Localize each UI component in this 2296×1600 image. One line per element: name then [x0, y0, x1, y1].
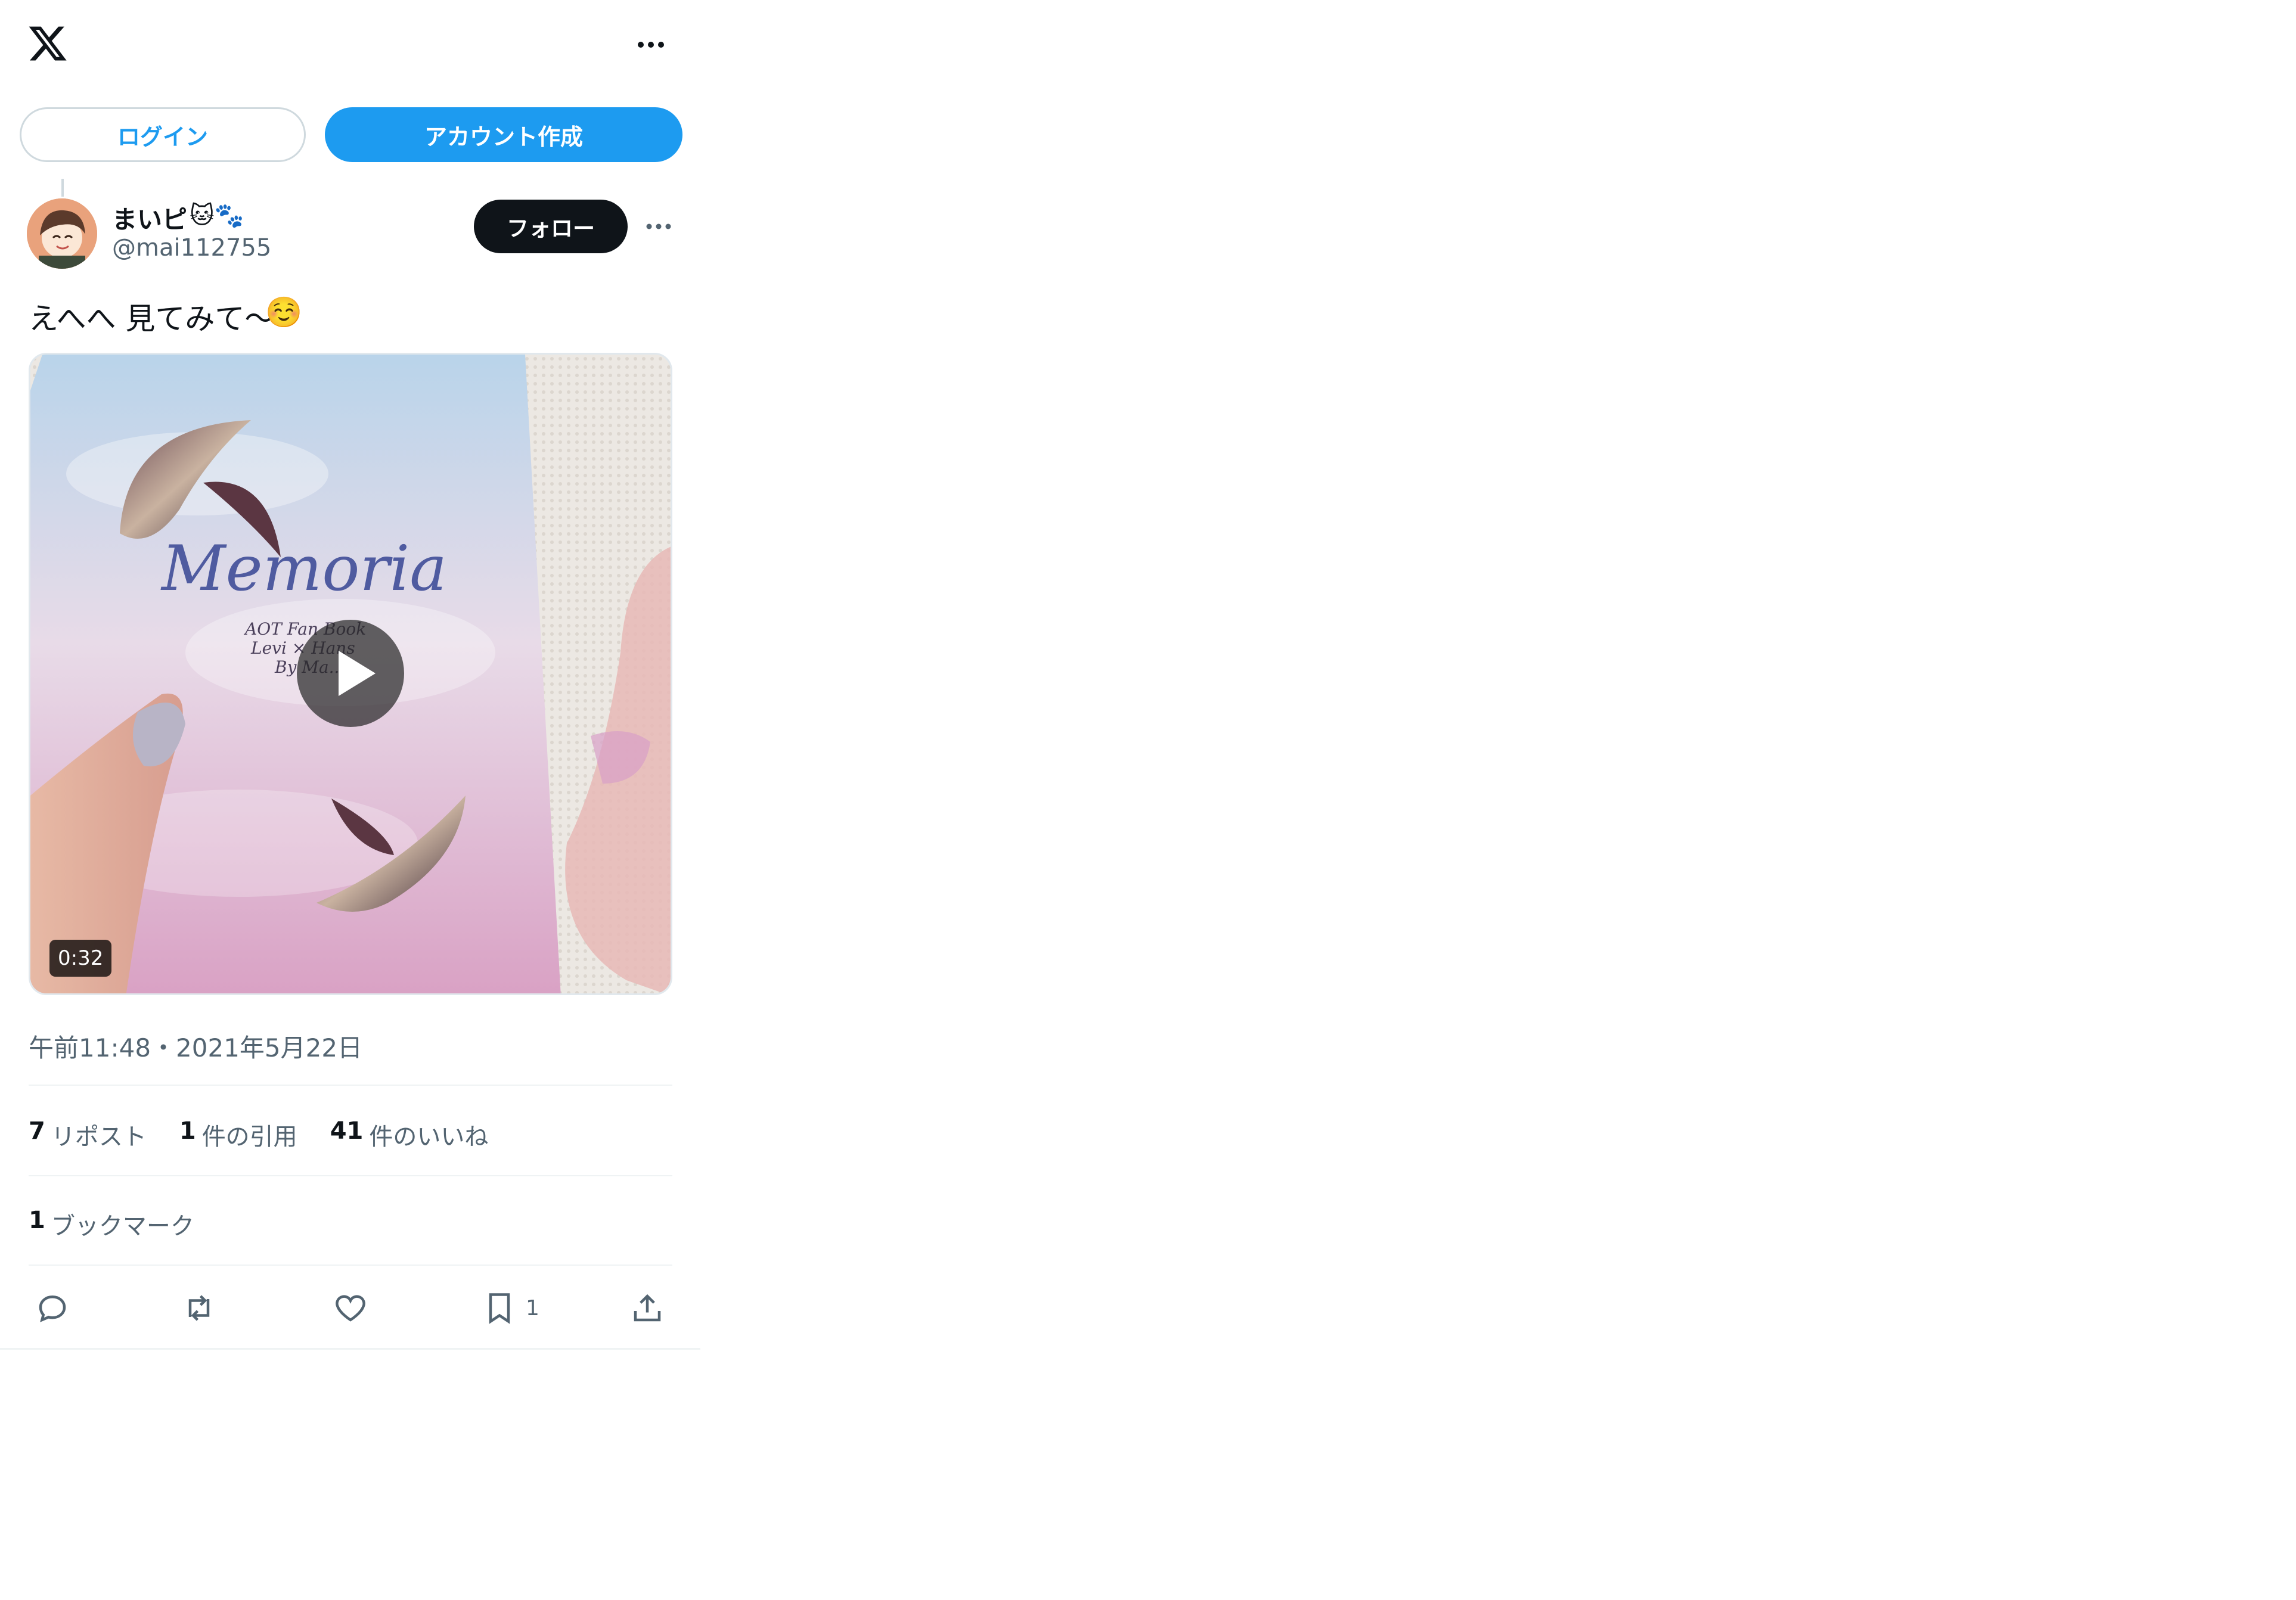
action-bar: 1 — [29, 1287, 672, 1329]
reply-icon[interactable] — [35, 1287, 70, 1329]
author-handle[interactable]: @mai112755 — [112, 234, 271, 262]
more-horizontal-icon[interactable] — [635, 33, 668, 57]
stat-likes[interactable]: 41 件のいいね — [330, 1117, 489, 1152]
divider — [29, 1085, 672, 1086]
divider — [29, 1175, 672, 1176]
like-icon[interactable] — [333, 1287, 368, 1329]
tweet-emoji: ☺️ — [265, 295, 303, 330]
engagement-stats: 7 リポスト 1 件の引用 41 件のいいね — [29, 1117, 488, 1152]
repost-icon[interactable] — [181, 1287, 217, 1329]
x-logo-icon[interactable] — [27, 23, 69, 64]
stat-reposts[interactable]: 7 リポスト — [29, 1117, 147, 1152]
thread-line — [61, 179, 64, 197]
divider — [29, 1265, 672, 1266]
share-icon[interactable] — [629, 1287, 665, 1329]
bookmark-count: 1 — [526, 1295, 539, 1321]
card-title: Memoria — [160, 532, 447, 605]
video-duration: 0:32 — [49, 940, 112, 977]
author-name-emoji: 🐱🐾 — [190, 202, 244, 229]
stat-quotes[interactable]: 1 件の引用 — [179, 1117, 297, 1152]
post-bottom-border — [0, 1348, 700, 1350]
follow-button[interactable]: フォロー — [474, 200, 628, 253]
play-button[interactable] — [297, 620, 404, 727]
signup-button[interactable]: アカウント作成 — [325, 107, 682, 162]
stat-bookmarks[interactable]: 1 ブックマーク — [29, 1207, 194, 1241]
author-name[interactable]: まいピ — [112, 200, 187, 236]
tweet-text: えへへ 見てみて〜 — [29, 302, 275, 336]
login-button[interactable]: ログイン — [20, 107, 306, 162]
bookmark-icon[interactable]: 1 — [482, 1287, 539, 1329]
avatar[interactable] — [27, 198, 97, 269]
post-timestamp[interactable]: 午前11:48・2021年5月22日 — [29, 1028, 362, 1064]
post-more-icon[interactable] — [644, 216, 674, 237]
